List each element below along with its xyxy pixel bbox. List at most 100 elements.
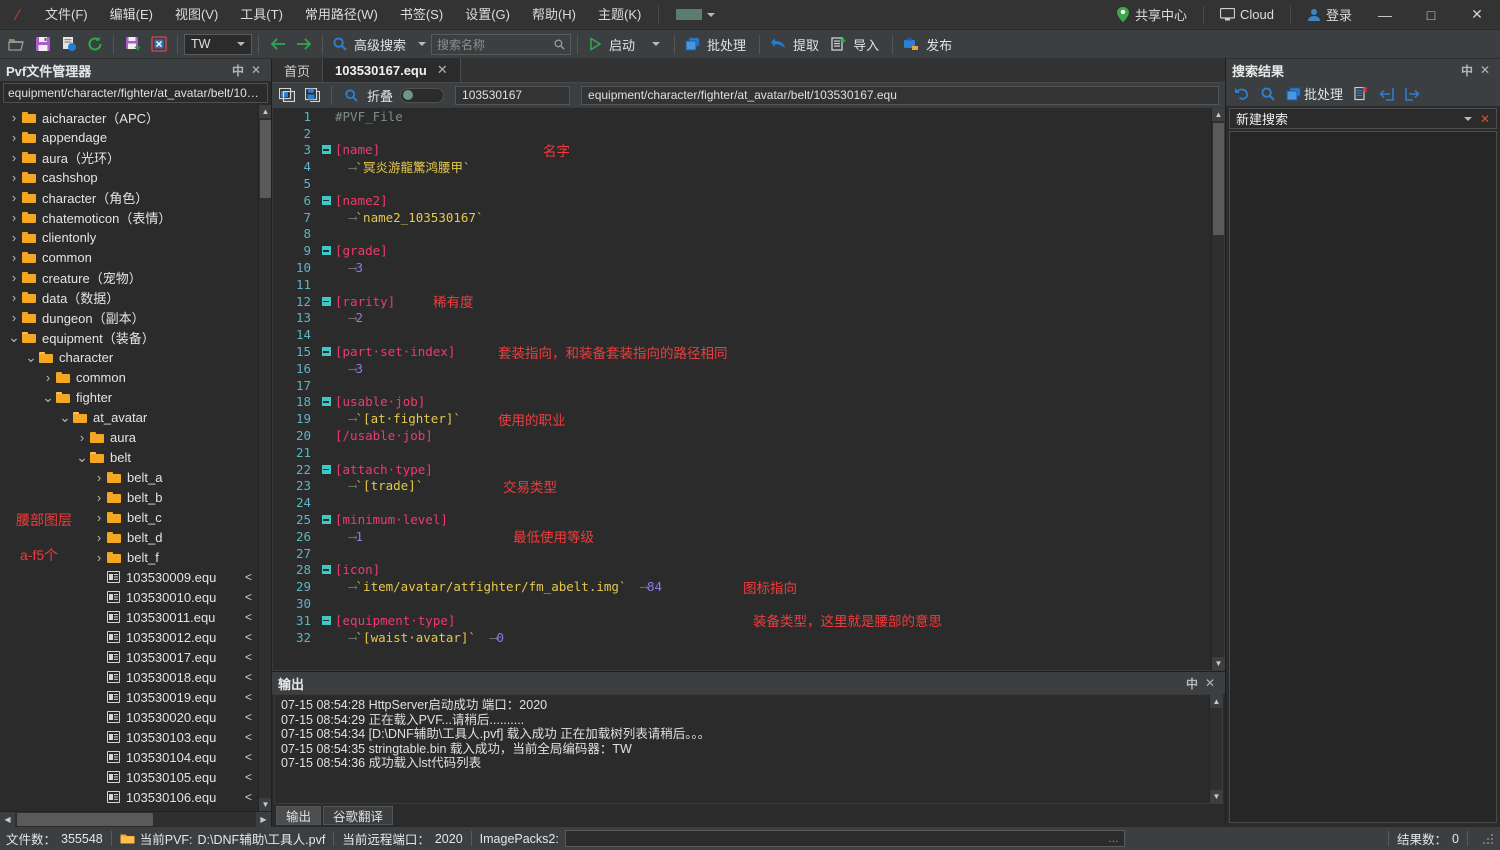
tree-file-row[interactable]: 103530012.equ<: [0, 627, 258, 647]
scroll-up-arrow-icon[interactable]: ▲: [1212, 108, 1225, 121]
fold-toggle[interactable]: [400, 88, 444, 103]
clear-search-icon[interactable]: ✕: [1480, 112, 1490, 126]
code-line[interactable]: 23⟶`[trade]`交易类型: [273, 478, 1211, 495]
tree-folder-row[interactable]: ›appendage: [0, 127, 258, 147]
menu-file[interactable]: 文件(F): [34, 0, 99, 30]
scroll-right-arrow-icon[interactable]: ▶: [256, 812, 271, 827]
chevron-right-icon[interactable]: ›: [6, 290, 22, 305]
chevron-right-icon[interactable]: ›: [40, 370, 56, 385]
chevron-right-icon[interactable]: ›: [6, 190, 22, 205]
start-button[interactable]: 启动: [584, 32, 642, 57]
code-line[interactable]: 21: [273, 444, 1211, 461]
menu-tools[interactable]: 工具(T): [229, 0, 294, 30]
search-preset-select[interactable]: 新建搜索 ✕: [1229, 108, 1497, 129]
tree-folder-row[interactable]: ›creature（宠物）: [0, 267, 258, 287]
tree-folder-row[interactable]: ›character（角色）: [0, 187, 258, 207]
chevron-down-icon[interactable]: ⌄: [57, 413, 73, 421]
code-line[interactable]: 14: [273, 326, 1211, 343]
close-icon[interactable]: ✕: [1476, 61, 1494, 79]
save-file-button[interactable]: [301, 85, 323, 105]
code-line[interactable]: 22[attach·type]: [273, 461, 1211, 478]
tree-folder-row[interactable]: ›clientonly: [0, 227, 258, 247]
code-line[interactable]: 19⟶`[at·fighter]`使用的职业: [273, 410, 1211, 427]
code-line[interactable]: 15[part·set·index]套装指向，和装备套装指向的路径相同: [273, 343, 1211, 360]
menu-bookmarks[interactable]: 书签(S): [389, 0, 454, 30]
advanced-search-button[interactable]: 高级搜索: [329, 32, 430, 57]
scroll-down-arrow-icon[interactable]: ▼: [1210, 790, 1223, 803]
tree-file-row[interactable]: 103530106.equ<: [0, 787, 258, 807]
extract-button[interactable]: 提取: [766, 32, 826, 57]
fold-collapse-icon[interactable]: [319, 616, 333, 625]
code-line[interactable]: 10⟶3: [273, 259, 1211, 276]
chevron-right-icon[interactable]: ›: [91, 530, 107, 545]
tree-file-row[interactable]: 103530020.equ<: [0, 707, 258, 727]
editor-search-button[interactable]: [340, 85, 362, 105]
batch-process-button[interactable]: 批处理: [1282, 83, 1347, 104]
code-line[interactable]: 28[icon]: [273, 562, 1211, 579]
nav-back-button[interactable]: [265, 32, 290, 57]
tree-folder-row[interactable]: ⌄belt: [0, 447, 258, 467]
chevron-down-icon[interactable]: ⌄: [23, 353, 39, 361]
save-button[interactable]: [30, 32, 55, 57]
tree-folder-row[interactable]: ›belt_d: [0, 527, 258, 547]
save-all-button[interactable]: [120, 32, 145, 57]
pvf-tree[interactable]: ›aicharacter（APC）›appendage›aura（光环）›cas…: [0, 105, 258, 811]
code-line[interactable]: 12[rarity]稀有度: [273, 293, 1211, 310]
tree-folder-row[interactable]: ›aicharacter（APC）: [0, 107, 258, 127]
code-line[interactable]: 8: [273, 226, 1211, 243]
tree-folder-row[interactable]: ⌄equipment（装备）: [0, 327, 258, 347]
code-line[interactable]: 5: [273, 175, 1211, 192]
chevron-right-icon[interactable]: ›: [91, 490, 107, 505]
scroll-down-arrow-icon[interactable]: ▼: [1212, 657, 1225, 670]
export-button[interactable]: [1375, 83, 1398, 104]
tree-folder-row[interactable]: ›chatemoticon（表情）: [0, 207, 258, 227]
search-button[interactable]: [1257, 83, 1279, 104]
menu-common-paths[interactable]: 常用路径(W): [294, 0, 389, 30]
pin-icon[interactable]: 中: [1458, 61, 1476, 79]
code-line[interactable]: 4⟶`冥炎游龍驚鸿腰甲`: [273, 158, 1211, 175]
chevron-right-icon[interactable]: ›: [6, 170, 22, 185]
clear-results-button[interactable]: [1350, 83, 1372, 104]
search-input[interactable]: 搜索名称: [431, 34, 571, 55]
code-line[interactable]: 17: [273, 377, 1211, 394]
chevron-down-icon[interactable]: [1464, 117, 1472, 121]
tree-vertical-scrollbar[interactable]: ▲ ▼: [258, 105, 271, 811]
resize-grip-icon[interactable]: [1482, 833, 1494, 845]
chevron-right-icon[interactable]: ›: [91, 550, 107, 565]
close-button[interactable]: ✕: [1454, 0, 1500, 30]
menu-theme[interactable]: 主题(K): [587, 0, 652, 30]
code-line[interactable]: 18[usable·job]: [273, 394, 1211, 411]
code-line[interactable]: 16⟶3: [273, 360, 1211, 377]
nav-forward-button[interactable]: [291, 32, 316, 57]
tree-file-row[interactable]: 103530018.equ<: [0, 667, 258, 687]
code-line[interactable]: 9[grade]: [273, 242, 1211, 259]
code-content[interactable]: 1#PVF_File23[name]名字4⟶`冥炎游龍驚鸿腰甲`56[name2…: [273, 108, 1211, 670]
chevron-right-icon[interactable]: ›: [6, 130, 22, 145]
chevron-down-icon[interactable]: ⌄: [74, 453, 90, 461]
fold-collapse-icon[interactable]: [319, 397, 333, 406]
fold-collapse-icon[interactable]: [319, 515, 333, 524]
code-line[interactable]: 13⟶2: [273, 310, 1211, 327]
tree-folder-row[interactable]: ›belt_b: [0, 487, 258, 507]
imagepacks-more-icon[interactable]: …: [1108, 833, 1119, 845]
tree-file-row[interactable]: 103530105.equ<: [0, 767, 258, 787]
tree-file-row[interactable]: 103530009.equ<: [0, 567, 258, 587]
code-line[interactable]: 6[name2]: [273, 192, 1211, 209]
code-line[interactable]: 31[equipment·type]装备类型，这里就是腰部的意思: [273, 612, 1211, 629]
tree-hscroll-thumb[interactable]: [17, 813, 153, 826]
menu-help[interactable]: 帮助(H): [521, 0, 587, 30]
chevron-right-icon[interactable]: ›: [6, 270, 22, 285]
chevron-right-icon[interactable]: ›: [6, 230, 22, 245]
pin-icon[interactable]: 中: [229, 61, 247, 79]
fold-collapse-icon[interactable]: [319, 465, 333, 474]
tree-folder-row[interactable]: ›aura: [0, 427, 258, 447]
code-line[interactable]: 7⟶`name2_103530167`: [273, 209, 1211, 226]
menu-edit[interactable]: 编辑(E): [99, 0, 164, 30]
close-icon[interactable]: ✕: [247, 61, 265, 79]
chevron-right-icon[interactable]: ›: [6, 250, 22, 265]
fold-collapse-icon[interactable]: [319, 145, 333, 154]
editor-scroll-thumb[interactable]: [1213, 123, 1224, 235]
output-tab[interactable]: 谷歌翻译: [323, 806, 393, 825]
code-line[interactable]: 2: [273, 125, 1211, 142]
login-button[interactable]: 登录: [1297, 0, 1362, 30]
